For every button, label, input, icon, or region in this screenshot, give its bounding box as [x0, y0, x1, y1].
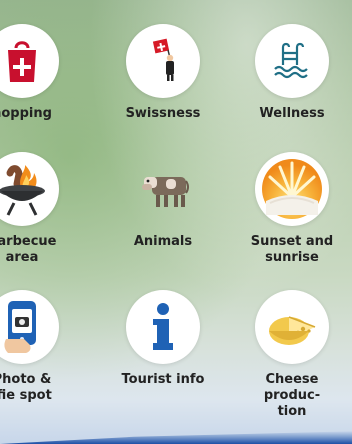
tile-label-tourist-info: Tourist info	[121, 372, 205, 387]
cheese-circle	[255, 290, 329, 364]
tile-label-animals: Animals	[133, 234, 193, 249]
tile-photo[interactable]: Photo & lfie spot	[0, 290, 77, 410]
smartphone-icon	[4, 301, 36, 353]
tile-label-swissness: Swissness	[125, 106, 201, 121]
tile-tourist-info[interactable]: Tourist info	[108, 290, 218, 410]
barbecue-circle	[0, 152, 59, 226]
tile-label-cheese: Cheese produc- tion	[263, 372, 321, 419]
swissness-circle	[126, 24, 200, 98]
tile-label-photo: Photo & lfie spot	[0, 372, 52, 403]
icon-grid: hopping Swissness	[0, 0, 352, 444]
tile-label-shopping: hopping	[0, 106, 52, 121]
tile-sunset[interactable]: Sunset and sunrise	[237, 152, 347, 272]
grill-icon	[0, 165, 45, 216]
tile-swissness[interactable]: Swissness	[108, 24, 218, 144]
animals-circle	[126, 152, 200, 226]
tile-wellness[interactable]: Wellness	[237, 24, 347, 144]
sunset-circle	[255, 152, 329, 226]
tile-label-barbecue: Barbecue area	[0, 234, 57, 265]
sun-icon	[262, 159, 322, 219]
tourist-info-circle	[126, 290, 200, 364]
wellness-circle	[255, 24, 329, 98]
tile-cheese[interactable]: Cheese produc- tion	[237, 290, 347, 419]
tile-shopping[interactable]: hopping	[0, 24, 77, 144]
tile-label-sunset: Sunset and sunrise	[250, 234, 334, 265]
shopping-circle	[0, 24, 59, 98]
tile-label-wellness: Wellness	[259, 106, 325, 121]
pool-ladder-icon	[274, 42, 308, 79]
info-icon	[153, 303, 173, 350]
photo-circle	[0, 290, 59, 364]
shopping-bag-icon	[8, 41, 36, 82]
swiss-flag-person-icon	[152, 38, 174, 81]
cow-icon	[142, 177, 189, 207]
tile-barbecue[interactable]: Barbecue area	[0, 152, 77, 272]
cheese-icon	[269, 316, 316, 345]
tile-animals[interactable]: Animals	[108, 152, 218, 272]
